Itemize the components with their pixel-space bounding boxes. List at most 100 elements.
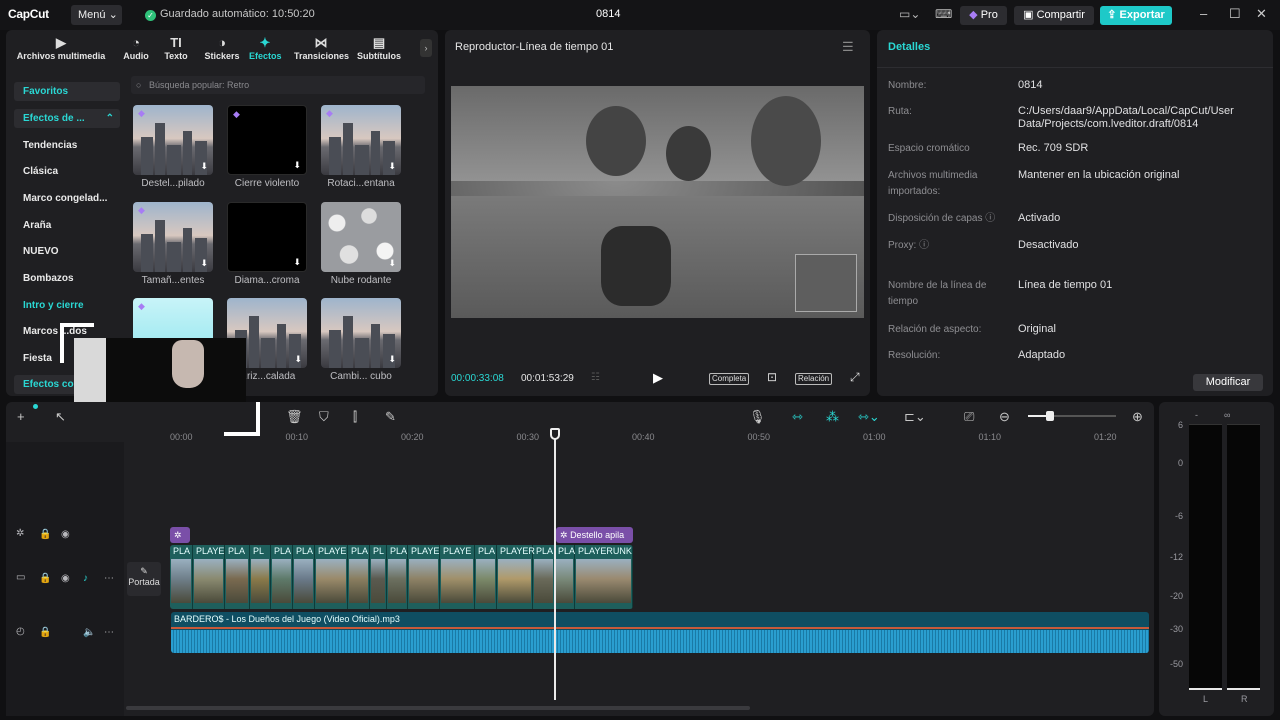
eye-icon[interactable]: ◉ [61,573,70,584]
tab-subtitles[interactable]: ▤ Subtítulos [355,34,403,61]
lock-icon[interactable]: 🔒 [39,529,51,540]
zoom-out-icon[interactable]: ⊖ [999,409,1010,425]
more-icon[interactable]: ⋯ [104,573,114,584]
maximize-icon[interactable]: ☐ [1229,6,1241,22]
mic-icon[interactable]: 🎙 [749,409,766,425]
audio-clip[interactable]: BARDERO$ - Los Dueños del Juego (Video O… [171,612,1149,653]
effect-thumbnail[interactable]: ⬇ [227,202,307,272]
video-clip[interactable]: PLA [348,545,370,609]
category-item[interactable]: Marco congelad... [14,189,120,208]
edit-icon[interactable]: ✎ [385,409,396,425]
modify-button[interactable]: Modificar [1193,374,1263,391]
playhead-handle[interactable] [550,428,560,440]
screen-icon[interactable]: ⎚ [964,409,974,425]
layout-icon[interactable]: ▭⌄ [899,7,920,21]
video-clip[interactable]: PLA [533,545,555,609]
category-item[interactable]: Favoritos [14,82,120,101]
pro-button[interactable]: ◆ Pro [960,6,1007,25]
lock-icon[interactable]: 🔒 [39,573,51,584]
snapshot-icon[interactable]: ⊡ [767,370,777,384]
zoom-in-icon[interactable]: ⊕ [1132,409,1143,425]
minimize-icon[interactable]: – [1200,6,1207,21]
video-clip-thumbnail [349,559,368,603]
zoom-slider[interactable] [1028,411,1116,421]
video-clip[interactable]: PLAYERUNK [575,545,633,609]
video-tree [751,96,821,186]
tab-text[interactable]: TI Texto [163,34,189,61]
tabs-next-icon[interactable]: › [420,39,432,57]
lock-icon[interactable]: 🔒 [39,627,51,638]
timeline-grid-icon[interactable]: ☷ [591,372,600,383]
meter-tick: -6 [1174,511,1183,521]
audio-off-icon[interactable]: ♪ [83,573,88,584]
preview-axis-icon[interactable]: ⊏⌄ [904,409,926,425]
category-item[interactable]: Araña [14,216,120,235]
volume-icon[interactable]: 🔈 [83,627,95,638]
tab-media[interactable]: ▶ Archivos multimedia [12,34,110,61]
video-clip[interactable]: PLAYE [315,545,348,609]
video-clip[interactable]: PLAYE [193,545,225,609]
play-icon[interactable]: ▶ [653,370,663,386]
category-item[interactable]: Efectos de ... ⌃ [14,109,120,128]
video-clip[interactable]: PLA [555,545,575,609]
select-icon[interactable]: ↖ [55,409,66,425]
effect-thumbnail[interactable]: ◆ ⬇ [227,105,307,175]
video-clips[interactable]: PLA PLAYE PLA PL PLA PLA PLAYE PLA PL PLA PLAYE PLA… [170,545,633,609]
category-item[interactable]: Bombazos [14,269,120,288]
snap-icon[interactable]: ⁂ [826,409,839,425]
video-clip[interactable]: PLA [387,545,408,609]
playhead[interactable] [554,430,556,700]
tab-effects[interactable]: ✦ Efectos [249,34,282,61]
effect-thumbnail[interactable]: ◆ ⬇ [133,202,213,272]
video-clip[interactable]: PL [250,545,271,609]
timeline-scrollbar[interactable] [126,706,750,710]
video-clip[interactable]: PLA [475,545,497,609]
ratio-button[interactable]: Relación [795,373,833,385]
video-clip[interactable]: PLA [225,545,250,609]
video-clip[interactable]: PLAYER [497,545,535,609]
category-item[interactable]: Tendencias [14,136,120,155]
video-clip-label: PLA [173,546,191,556]
split-icon[interactable]: ⫿ [353,409,357,425]
search-input[interactable]: ○ Búsqueda popular: Retro [131,76,425,94]
tab-audio[interactable]: ◔ Audio [121,34,151,61]
tab-stickers[interactable]: ◑ Stickers [203,34,241,61]
full-quality-button[interactable]: Completa [709,373,750,385]
video-clip[interactable]: PLA [293,545,315,609]
video-clip[interactable]: PLA [271,545,293,609]
keyboard-icon[interactable]: ⌨ [935,7,952,21]
menu-button[interactable]: Menú ⌄ [71,5,122,25]
effect-thumbnail[interactable]: ◆ ⬇ [321,105,401,175]
video-preview[interactable] [451,86,864,318]
close-icon[interactable]: ✕ [1256,6,1267,22]
effect-thumbnail[interactable]: ⬇ [321,202,401,272]
player-menu-icon[interactable]: ☰ [842,39,854,55]
eye-icon[interactable]: ◉ [61,529,70,540]
add-icon[interactable]: + [17,409,25,424]
video-clip[interactable]: PLAYE [408,545,440,609]
delete-icon[interactable]: 🗑 [286,409,303,425]
export-button[interactable]: ⇪ Exportar [1100,6,1172,25]
share-button[interactable]: ▣ Compartir [1014,6,1094,25]
video-clip[interactable]: PL [370,545,387,609]
effect-clip[interactable]: ✲ [170,527,190,543]
more-icon[interactable]: ⋯ [104,627,114,638]
marker-icon[interactable]: ⛉ [319,409,329,425]
video-clip[interactable]: PLA [170,545,193,609]
effect-clip[interactable]: ✲ Destello apila [556,527,633,543]
effect-thumbnail[interactable]: ◆ ⬇ [133,105,213,175]
download-icon: ⬇ [200,258,208,268]
link-icon[interactable]: ⇿ [792,409,803,425]
zoom-slider-handle[interactable] [1046,411,1054,421]
fullscreen-icon[interactable]: ⤢ [850,370,860,385]
category-item[interactable]: NUEVO [14,242,120,261]
cover-button[interactable]: ✎ Portada [127,562,161,596]
video-clip[interactable]: PLAYE [440,545,475,609]
effect-thumbnail[interactable]: ⬇ [321,298,401,368]
category-item[interactable]: Intro y cierre [14,296,120,315]
tab-transitions[interactable]: ⋈ Transiciones [294,34,349,61]
capcut-logo: CapCut [8,7,49,21]
category-item[interactable]: Clásica [14,162,120,181]
linkage-icon[interactable]: ⇿⌄ [858,409,880,425]
time-ruler[interactable]: 00:00 00:10 00:20 00:30 00:40 00:50 01:00 01:10… [170,430,1154,442]
